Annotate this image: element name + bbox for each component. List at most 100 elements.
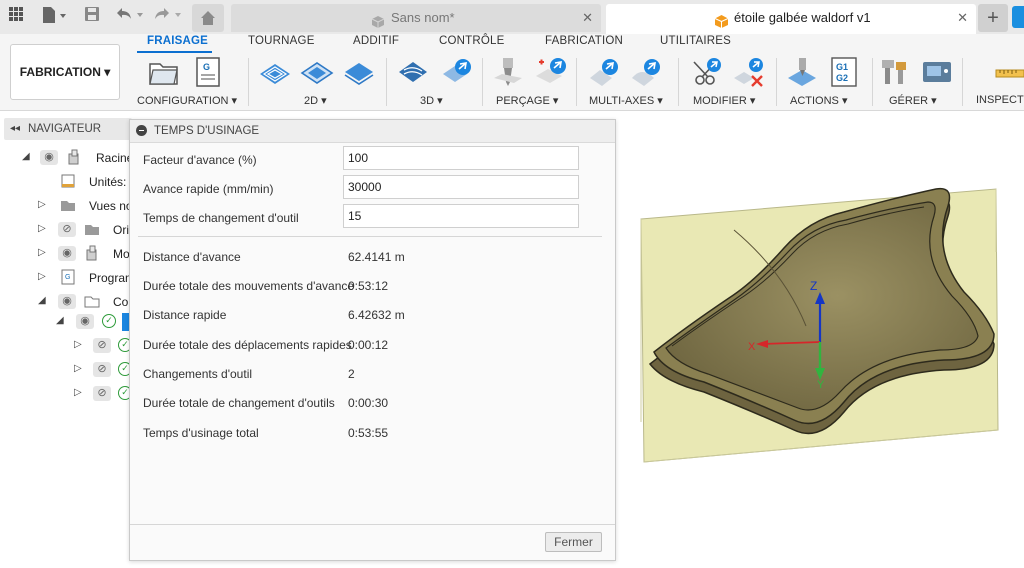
rapid-distance-label: Distance rapide bbox=[143, 308, 227, 322]
visibility-eye-icon[interactable]: ◉ bbox=[76, 314, 94, 329]
home-icon bbox=[201, 11, 215, 25]
hidden-eye-icon[interactable]: ⊘ bbox=[93, 386, 111, 401]
expand-triangle-icon[interactable]: ◢ bbox=[22, 151, 30, 162]
tree-item-operation[interactable]: ◢ ◉ ✓ bbox=[0, 312, 135, 332]
tree-label: Co bbox=[113, 295, 129, 309]
machine-library-icon[interactable] bbox=[920, 56, 952, 88]
visibility-eye-icon[interactable]: ◉ bbox=[58, 294, 76, 309]
tree-item-setup[interactable]: ◢ ◉ Co bbox=[0, 292, 135, 312]
3d-pocket-icon[interactable] bbox=[440, 56, 472, 88]
undo-icon[interactable] bbox=[114, 6, 144, 26]
tab-sans-nom[interactable]: Sans nom* ✕ bbox=[231, 4, 601, 32]
drill-icon[interactable] bbox=[492, 56, 524, 88]
tab-tournage[interactable]: TOURNAGE bbox=[248, 35, 315, 47]
save-icon[interactable] bbox=[82, 6, 102, 26]
group-3d[interactable]: 3D ▾ bbox=[420, 94, 443, 107]
setup-folder-icon[interactable] bbox=[148, 56, 180, 88]
visibility-eye-icon[interactable]: ◉ bbox=[40, 150, 58, 165]
tab-additif[interactable]: ADDITIF bbox=[353, 35, 399, 47]
expand-triangle-icon[interactable]: ▷ bbox=[74, 339, 82, 350]
hidden-eye-icon[interactable]: ⊘ bbox=[93, 362, 111, 377]
tree-item-origin[interactable]: ▷ ⊘ Orig bbox=[0, 220, 136, 240]
group-actions[interactable]: ACTIONS ▾ bbox=[790, 94, 847, 107]
group-inspecter[interactable]: INSPECTER bbox=[976, 94, 1024, 106]
workspace-switcher[interactable]: FABRICATION ▾ bbox=[10, 44, 120, 100]
tree-item-named-views[interactable]: ▷ Vues no bbox=[0, 196, 135, 216]
close-icon[interactable]: ✕ bbox=[957, 4, 968, 32]
svg-text:G: G bbox=[203, 62, 210, 72]
tree-item-model[interactable]: ▷ ◉ Mo bbox=[0, 244, 135, 264]
redo-icon[interactable] bbox=[152, 6, 182, 26]
hole-recognition-icon[interactable] bbox=[534, 56, 566, 88]
delete-toolpath-icon[interactable] bbox=[732, 56, 764, 88]
tree-item-units[interactable]: Unités: m bbox=[0, 172, 140, 192]
hidden-eye-icon[interactable]: ⊘ bbox=[93, 338, 111, 353]
swarf-icon[interactable] bbox=[588, 56, 620, 88]
tab-utilitaires[interactable]: UTILITAIRES bbox=[660, 35, 731, 47]
gcode-sheet-icon[interactable]: G bbox=[192, 56, 224, 88]
tool-change-total-value: 0:00:30 bbox=[348, 396, 389, 410]
tree-item-toolpath-1[interactable]: ▷ ⊘ ✓ bbox=[0, 336, 135, 356]
expand-triangle-icon[interactable]: ▷ bbox=[38, 223, 46, 234]
post-process-icon[interactable]: G1 G2 bbox=[828, 56, 860, 88]
close-button[interactable]: Fermer bbox=[545, 532, 602, 552]
close-icon[interactable]: ✕ bbox=[582, 4, 593, 32]
tab-controle[interactable]: CONTRÔLE bbox=[439, 35, 505, 47]
group-configuration[interactable]: CONFIGURATION ▾ bbox=[137, 94, 237, 107]
new-tab-button[interactable]: + bbox=[978, 4, 1008, 32]
tab-fraisage[interactable]: FRAISAGE bbox=[147, 35, 208, 47]
home-button[interactable] bbox=[192, 4, 224, 32]
group-modifier[interactable]: MODIFIER ▾ bbox=[693, 94, 755, 107]
group-gerer[interactable]: GÉRER ▾ bbox=[889, 94, 937, 107]
tree-item-programs[interactable]: ▷ G Program bbox=[0, 268, 135, 288]
rapid-time-value: 0:00:12 bbox=[348, 338, 389, 352]
expand-triangle-icon[interactable]: ◢ bbox=[38, 295, 46, 306]
svg-text:G2: G2 bbox=[836, 73, 848, 83]
rapid-feed-input[interactable] bbox=[343, 175, 579, 199]
multi-axis-contour-icon[interactable] bbox=[630, 56, 662, 88]
expand-triangle-icon[interactable]: ▷ bbox=[38, 247, 46, 258]
axis-label-y: Y bbox=[817, 379, 825, 391]
component-icon bbox=[371, 11, 385, 28]
browser-header[interactable]: ◂◂ NAVIGATEUR bbox=[4, 118, 132, 140]
hidden-eye-icon[interactable]: ⊘ bbox=[58, 222, 76, 237]
collapse-icon[interactable] bbox=[136, 125, 147, 136]
2d-contour-icon[interactable] bbox=[300, 56, 334, 88]
measure-icon[interactable] bbox=[994, 56, 1024, 88]
2d-pocket-icon[interactable] bbox=[258, 56, 290, 88]
divider bbox=[138, 236, 602, 237]
tool-library-icon[interactable] bbox=[880, 56, 912, 88]
expand-triangle-icon[interactable]: ◢ bbox=[56, 315, 64, 326]
expand-triangle-icon[interactable]: ▷ bbox=[74, 363, 82, 374]
tab-etoile-galbee[interactable]: étoile galbée waldorf v1 ✕ bbox=[606, 4, 976, 34]
tree-item-toolpath-3[interactable]: ▷ ⊘ ✓ bbox=[0, 384, 135, 404]
file-menu-icon[interactable] bbox=[40, 6, 68, 26]
dialog-header: TEMPS D'USINAGE bbox=[130, 120, 615, 143]
3d-viewport[interactable]: Z X Y bbox=[614, 112, 1024, 565]
3d-adaptive-icon[interactable] bbox=[396, 56, 428, 88]
2d-face-icon[interactable] bbox=[342, 56, 374, 88]
expand-triangle-icon[interactable]: ▷ bbox=[38, 199, 46, 210]
feed-factor-input[interactable] bbox=[343, 146, 579, 170]
grid-menu-icon[interactable] bbox=[6, 6, 26, 26]
group-2d[interactable]: 2D ▾ bbox=[304, 94, 327, 107]
trim-toolpath-icon[interactable] bbox=[690, 56, 722, 88]
group-multi-axes[interactable]: MULTI-AXES ▾ bbox=[589, 94, 663, 107]
group-divider bbox=[482, 58, 483, 106]
visibility-eye-icon[interactable]: ◉ bbox=[58, 246, 76, 261]
account-icon[interactable] bbox=[1012, 6, 1024, 28]
browser-title: NAVIGATEUR bbox=[28, 123, 102, 135]
group-divider bbox=[776, 58, 777, 106]
tool-change-time-input[interactable] bbox=[343, 204, 579, 228]
expand-triangle-icon[interactable]: ▷ bbox=[74, 387, 82, 398]
group-percage[interactable]: PERÇAGE ▾ bbox=[496, 94, 558, 107]
tool-changes-label: Changements d'outil bbox=[143, 367, 253, 381]
expand-triangle-icon[interactable]: ▷ bbox=[38, 271, 46, 282]
collapse-panel-icon[interactable]: ◂◂ bbox=[10, 118, 20, 140]
simulate-icon[interactable] bbox=[786, 56, 818, 88]
feed-time-label: Durée totale des mouvements d'avance bbox=[143, 279, 355, 293]
tree-item-toolpath-2[interactable]: ▷ ⊘ ✓ bbox=[0, 360, 135, 380]
tab-fabrication[interactable]: FABRICATION bbox=[545, 35, 623, 47]
tree-item-root[interactable]: ◢ ◉ Racine bbox=[0, 148, 135, 168]
document-tab-bar: Sans nom* ✕ étoile galbée waldorf v1 ✕ + bbox=[0, 0, 1024, 35]
